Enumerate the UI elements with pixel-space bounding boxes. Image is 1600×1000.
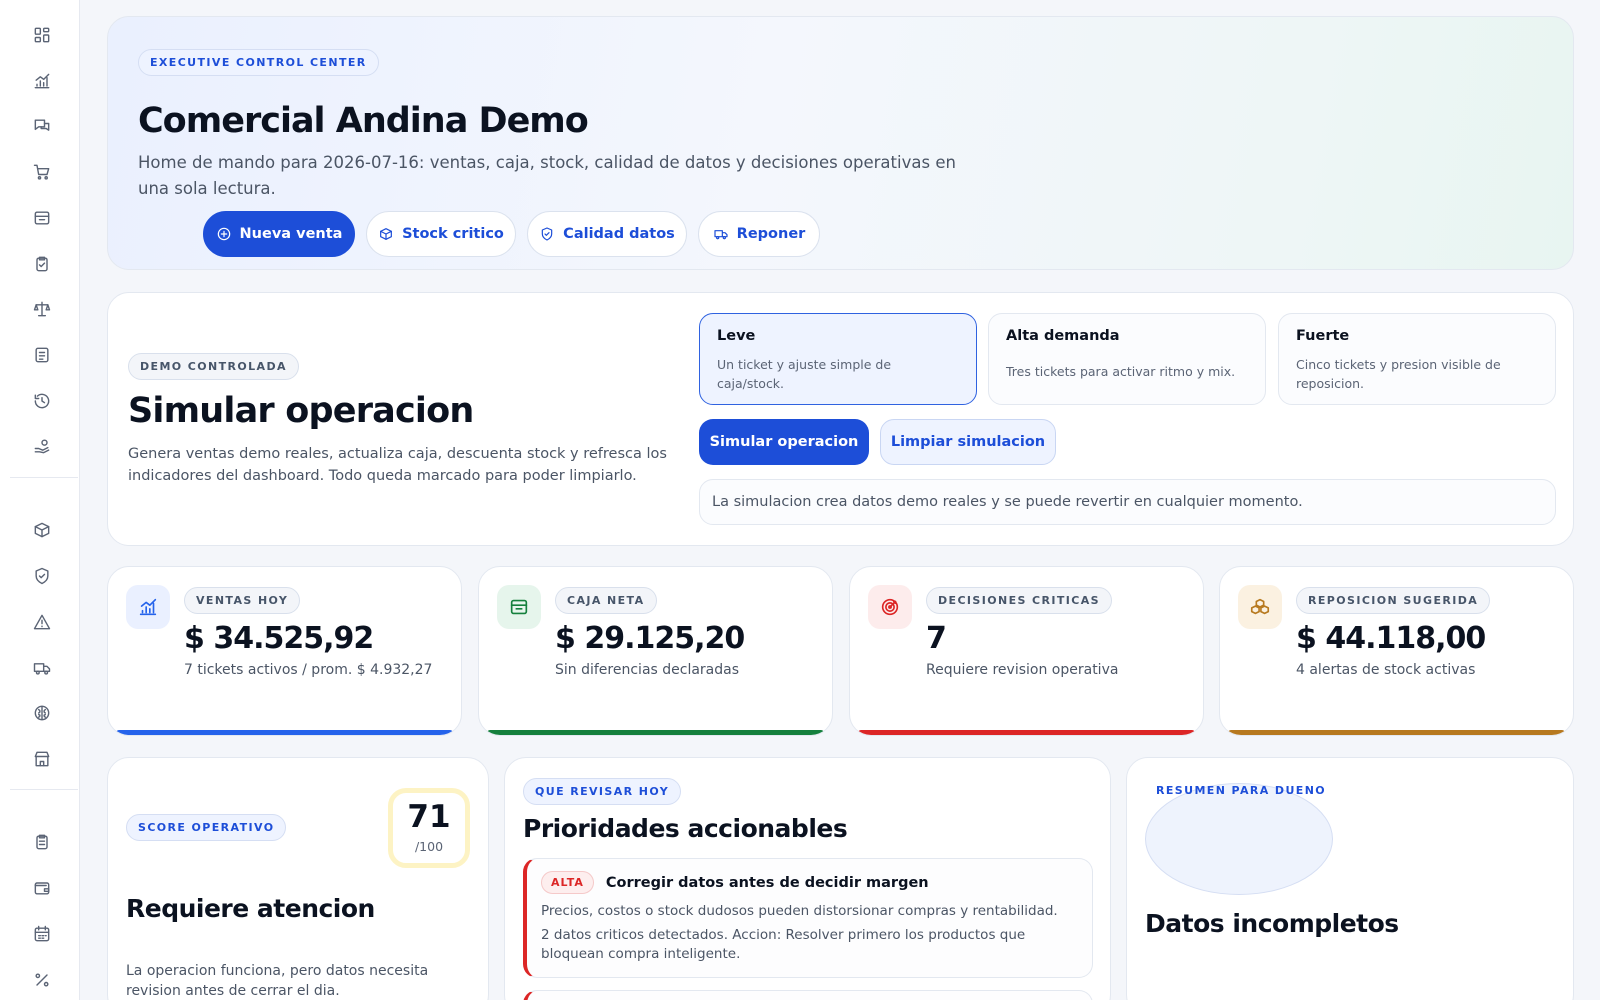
owner-summary-panel: RESUMEN PARA DUENO Datos incompletos	[1126, 757, 1574, 1000]
kpi-label: CAJA NETA	[555, 587, 657, 614]
simulation-panel: DEMO CONTROLADA Simular operacion Genera…	[107, 292, 1574, 546]
kpi-card-decisions[interactable]: DECISIONES CRITICAS 7 Requiere revision …	[849, 566, 1204, 736]
score-max: /100	[414, 839, 444, 854]
simulate-button[interactable]: Simular operacion	[699, 419, 869, 465]
scale-icon[interactable]	[30, 297, 54, 321]
kpi-subtext: Requiere revision operativa	[926, 662, 1119, 678]
kpi-value: $ 29.125,20	[555, 621, 745, 656]
chart-icon	[126, 585, 170, 629]
priority-title: Corregir datos antes de decidir margen	[605, 874, 929, 891]
plus-circle-icon	[217, 227, 230, 241]
score-desc: La operacion funciona, pero datos necesi…	[126, 963, 429, 999]
critical-stock-button[interactable]: Stock critico	[366, 211, 516, 257]
kpi-value: $ 44.118,00	[1296, 621, 1486, 656]
sidebar	[0, 0, 80, 1000]
percent-icon[interactable]	[30, 968, 54, 992]
option-title: Leve	[717, 328, 756, 344]
store-icon[interactable]	[30, 747, 54, 771]
option-desc: Un ticket y ajuste simple de caja/stock.	[717, 357, 892, 391]
priority-item[interactable]: ALTA Corregir datos antes de decidir mar…	[523, 858, 1093, 978]
sidebar-divider	[10, 789, 78, 790]
hero-tag: EXECUTIVE CONTROL CENTER	[138, 49, 379, 76]
kpi-label: DECISIONES CRITICAS	[926, 587, 1112, 614]
kpi-label: REPOSICION SUGERIDA	[1296, 587, 1491, 614]
priority-desc: Precios, costos o stock dudosos pueden d…	[541, 903, 1058, 919]
option-title: Alta demanda	[1006, 328, 1120, 344]
shield-check-icon[interactable]	[30, 564, 54, 588]
restock-label: Reponer	[736, 226, 806, 242]
kpi-card-restock[interactable]: REPOSICION SUGERIDA $ 44.118,00 4 alerta…	[1219, 566, 1574, 736]
calendar-icon[interactable]	[30, 922, 54, 946]
package-search-icon[interactable]	[30, 518, 54, 542]
restock-button[interactable]: Reponer	[698, 211, 820, 257]
priorities-tag: QUE REVISAR HOY	[523, 778, 682, 805]
wallet-icon	[497, 585, 541, 629]
simulation-note: La simulacion crea datos demo reales y s…	[699, 479, 1556, 525]
owner-title: Datos incompletos	[1145, 909, 1399, 938]
kpi-accent-bar	[487, 730, 824, 735]
kpi-card-cash[interactable]: CAJA NETA $ 29.125,20 Sin diferencias de…	[478, 566, 833, 736]
score-value: 71	[407, 799, 451, 835]
boxes-icon	[1238, 585, 1282, 629]
priority-action: 2 datos criticos detectados. Accion: Res…	[541, 927, 1026, 962]
chat-icon[interactable]	[30, 114, 54, 138]
kpi-value: $ 34.525,92	[184, 621, 374, 656]
kpi-value: 7	[926, 621, 947, 656]
kpi-label: VENTAS HOY	[184, 587, 301, 614]
new-sale-label: Nueva venta	[239, 226, 343, 242]
score-title: Requiere atencion	[126, 894, 375, 923]
target-icon	[868, 585, 912, 629]
page-title: Comercial Andina Demo	[138, 101, 589, 141]
clear-simulation-button[interactable]: Limpiar simulacion	[880, 419, 1056, 465]
kpi-subtext: 7 tickets activos / prom. $ 4.932,27	[184, 662, 433, 678]
alert-icon[interactable]	[30, 610, 54, 634]
package-icon	[380, 228, 393, 240]
option-leve[interactable]: Leve Un ticket y ajuste simple de caja/s…	[699, 313, 977, 405]
kpi-card-sales[interactable]: VENTAS HOY $ 34.525,92 7 tickets activos…	[107, 566, 462, 736]
kpi-accent-bar	[858, 730, 1195, 735]
data-quality-label: Calidad datos	[563, 226, 675, 242]
dashboard-icon[interactable]	[30, 23, 54, 47]
option-desc: Tres tickets para activar ritmo y mix.	[1006, 364, 1236, 379]
score-tag: SCORE OPERATIVO	[126, 814, 287, 841]
truck-icon[interactable]	[30, 656, 54, 680]
owner-tag: RESUMEN PARA DUENO	[1156, 784, 1327, 797]
truck-icon	[714, 230, 728, 240]
hero-panel: EXECUTIVE CONTROL CENTER Comercial Andin…	[107, 16, 1574, 270]
new-sale-button[interactable]: Nueva venta	[203, 211, 355, 257]
clipboard-list-icon[interactable]	[30, 830, 54, 854]
simulation-title: Simular operacion	[128, 391, 474, 431]
score-badge: 71 /100	[388, 788, 470, 868]
history-icon[interactable]	[30, 389, 54, 413]
chart-icon[interactable]	[30, 69, 54, 93]
option-title: Fuerte	[1296, 328, 1350, 344]
kpi-subtext: Sin diferencias declaradas	[555, 662, 740, 678]
kpi-subtext: 4 alertas de stock activas	[1296, 662, 1476, 678]
simulation-subtitle: Genera ventas demo reales, actualiza caj…	[128, 446, 667, 484]
priorities-panel: QUE REVISAR HOY Prioridades accionables …	[504, 757, 1111, 1000]
hero-subtitle: Home de mando para 2026-07-16: ventas, c…	[138, 153, 956, 198]
kpi-accent-bar	[116, 730, 453, 735]
score-panel: SCORE OPERATIVO 71 /100 Requiere atencio…	[107, 757, 489, 1000]
critical-stock-label: Stock critico	[402, 226, 504, 242]
hand-coins-icon[interactable]	[30, 434, 54, 458]
simulation-tag: DEMO CONTROLADA	[128, 353, 299, 380]
cart-icon[interactable]	[30, 160, 54, 184]
option-fuerte[interactable]: Fuerte Cinco tickets y presion visible d…	[1278, 313, 1556, 405]
priority-level-badge: ALTA	[541, 871, 594, 894]
clipboard-icon[interactable]	[30, 252, 54, 276]
data-quality-button[interactable]: Calidad datos	[527, 211, 687, 257]
wallet-icon[interactable]	[30, 876, 54, 900]
sidebar-divider	[10, 477, 78, 478]
kpi-accent-bar	[1228, 730, 1565, 735]
document-icon[interactable]	[30, 343, 54, 367]
priorities-title: Prioridades accionables	[523, 814, 848, 843]
option-alta-demanda[interactable]: Alta demanda Tres tickets para activar r…	[988, 313, 1266, 405]
option-desc: Cinco tickets y presion visible de repos…	[1296, 357, 1501, 391]
priority-item[interactable]	[523, 990, 1093, 1000]
inbox-icon[interactable]	[30, 206, 54, 230]
brain-icon[interactable]	[30, 701, 54, 725]
shield-icon	[541, 227, 553, 241]
